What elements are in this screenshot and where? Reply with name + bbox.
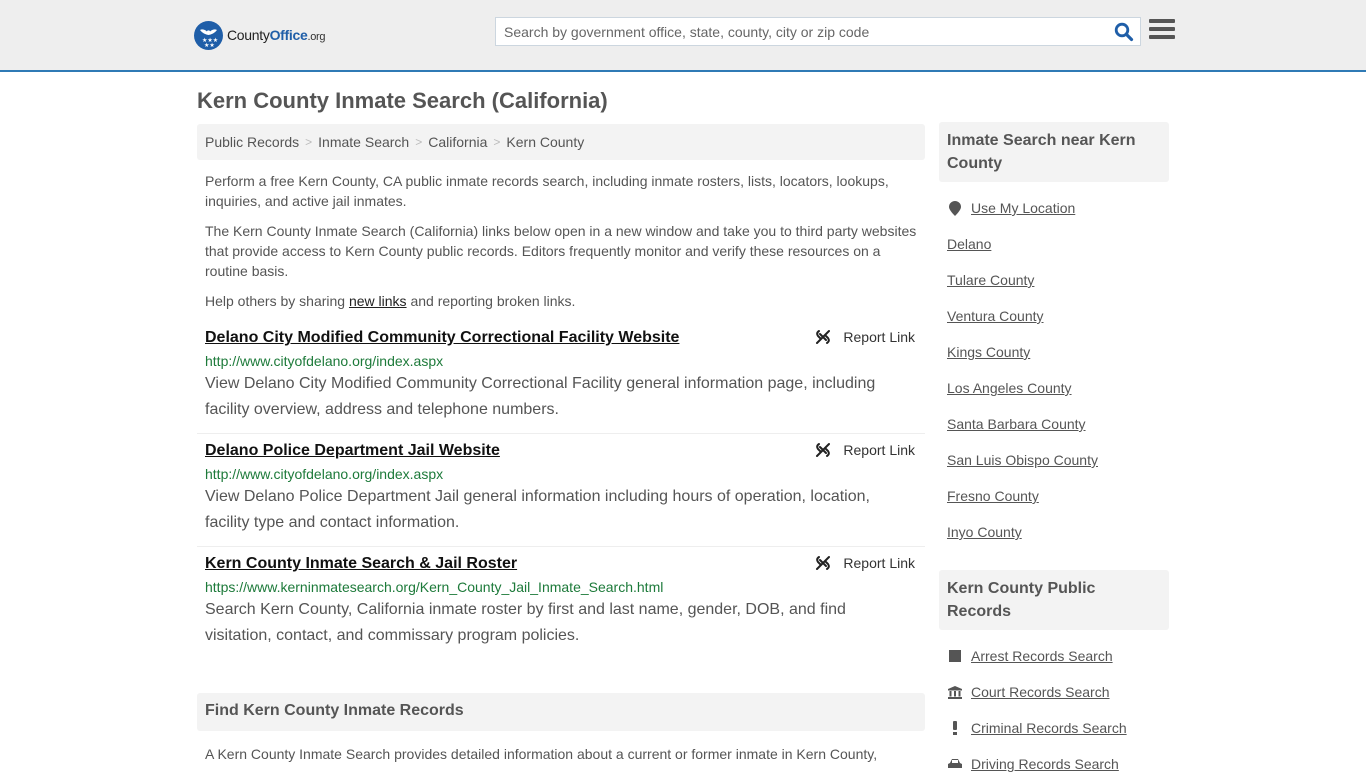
menu-bar xyxy=(1149,35,1175,39)
search-box xyxy=(495,17,1141,46)
search-button[interactable] xyxy=(1114,22,1134,42)
find-records-heading: Find Kern County Inmate Records xyxy=(197,693,925,731)
nearby-link-los-angeles-county[interactable]: Los Angeles County xyxy=(947,380,1072,396)
report-link-button[interactable]: Report Link xyxy=(815,555,915,571)
resource-description: View Delano City Modified Community Corr… xyxy=(205,375,876,418)
breadcrumb-public-records[interactable]: Public Records xyxy=(205,134,299,150)
public-record-item: Court Records Search xyxy=(947,674,1161,710)
square-icon xyxy=(947,650,963,662)
resource-link-title[interactable]: Delano City Modified Community Correctio… xyxy=(205,327,679,349)
exclamation-icon xyxy=(947,721,963,735)
resource-link-title[interactable]: Kern County Inmate Search & Jail Roster xyxy=(205,553,517,575)
breadcrumb-kern-county: Kern County xyxy=(506,134,585,150)
new-links-link[interactable]: new links xyxy=(349,293,407,309)
resource-url: http://www.cityofdelano.org/index.aspx xyxy=(205,353,444,369)
public-record-item: Criminal Records Search xyxy=(947,710,1161,746)
sidebar: Inmate Search near Kern County Use My Lo… xyxy=(939,122,1169,782)
search-icon xyxy=(1114,22,1134,42)
nearby-link-ventura-county[interactable]: Ventura County xyxy=(947,308,1044,324)
resource-link-item: Delano Police Department Jail Website Re… xyxy=(197,434,925,547)
public-record-item: Arrest Records Search xyxy=(947,638,1161,674)
resource-link-item: Kern County Inmate Search & Jail Roster … xyxy=(197,547,925,659)
nearby-item: Tulare County xyxy=(947,262,1161,298)
resource-link-item: Delano City Modified Community Correctio… xyxy=(197,321,925,434)
resource-url: https://www.kerninmatesearch.org/Kern_Co… xyxy=(205,579,664,595)
nearby-item: Santa Barbara County xyxy=(947,406,1161,442)
page-title: Kern County Inmate Search (California) xyxy=(197,88,608,113)
court-records-link[interactable]: Court Records Search xyxy=(971,684,1110,700)
breadcrumb-inmate-search[interactable]: Inmate Search xyxy=(318,134,409,150)
nearby-item: Fresno County xyxy=(947,478,1161,514)
use-my-location-item: Use My Location xyxy=(947,190,1161,226)
hamburger-menu-button[interactable] xyxy=(1149,19,1175,43)
public-record-item: Driving Records Search xyxy=(947,746,1161,782)
nearby-item: Inyo County xyxy=(947,514,1161,550)
logo-text: CountyOffice.org xyxy=(227,27,326,43)
logo-eagle-icon: ★★★ ★★ xyxy=(194,20,223,50)
breadcrumb-separator: > xyxy=(415,135,423,149)
nearby-link-inyo-county[interactable]: Inyo County xyxy=(947,524,1022,540)
courthouse-icon xyxy=(947,685,963,699)
intro-paragraph: Perform a free Kern County, CA public in… xyxy=(205,173,889,209)
resource-link-title[interactable]: Delano Police Department Jail Website xyxy=(205,440,500,462)
nearby-list: Use My Location Delano Tulare County Ven… xyxy=(939,190,1169,550)
driving-records-link[interactable]: Driving Records Search xyxy=(971,756,1119,772)
nearby-item: Los Angeles County xyxy=(947,370,1161,406)
broken-link-icon xyxy=(816,556,831,570)
intro-help-paragraph: Help others by sharing new links and rep… xyxy=(205,293,576,309)
nearby-item: San Luis Obispo County xyxy=(947,442,1161,478)
report-link-button[interactable]: Report Link xyxy=(815,329,915,345)
resource-url: http://www.cityofdelano.org/index.aspx xyxy=(205,466,444,482)
intro-paragraph: The Kern County Inmate Search (Californi… xyxy=(205,223,917,279)
arrest-records-link[interactable]: Arrest Records Search xyxy=(971,648,1113,664)
breadcrumb-separator: > xyxy=(305,135,313,149)
menu-bar xyxy=(1149,19,1175,23)
breadcrumb-separator: > xyxy=(493,135,501,149)
nearby-heading: Inmate Search near Kern County xyxy=(939,122,1169,182)
broken-link-icon xyxy=(816,443,831,457)
breadcrumb: Public Records > Inmate Search > Califor… xyxy=(197,124,925,160)
broken-link-icon xyxy=(816,330,831,344)
public-records-list: Arrest Records Search Court Records Sear… xyxy=(939,638,1169,782)
nearby-item: Delano xyxy=(947,226,1161,262)
nearby-item: Kings County xyxy=(947,334,1161,370)
find-records-text: A Kern County Inmate Search provides det… xyxy=(205,746,878,762)
nearby-link-delano[interactable]: Delano xyxy=(947,236,991,252)
nearby-item: Ventura County xyxy=(947,298,1161,334)
public-records-heading: Kern County Public Records xyxy=(939,570,1169,630)
nearby-link-kings-county[interactable]: Kings County xyxy=(947,344,1030,360)
main-content: Public Records > Inmate Search > Califor… xyxy=(197,124,925,764)
search-input[interactable] xyxy=(496,18,1106,45)
nearby-link-santa-barbara-county[interactable]: Santa Barbara County xyxy=(947,416,1086,432)
nearby-link-san-luis-obispo-county[interactable]: San Luis Obispo County xyxy=(947,452,1098,468)
car-icon xyxy=(947,758,963,770)
use-my-location-link[interactable]: Use My Location xyxy=(971,200,1075,216)
resource-description: Search Kern County, California inmate ro… xyxy=(205,601,846,644)
intro-text: Perform a free Kern County, CA public in… xyxy=(197,171,925,311)
map-marker-icon xyxy=(947,200,963,216)
criminal-records-link[interactable]: Criminal Records Search xyxy=(971,720,1127,736)
nearby-link-tulare-county[interactable]: Tulare County xyxy=(947,272,1034,288)
report-link-button[interactable]: Report Link xyxy=(815,442,915,458)
breadcrumb-california[interactable]: California xyxy=(428,134,487,150)
nearby-link-fresno-county[interactable]: Fresno County xyxy=(947,488,1039,504)
site-logo[interactable]: ★★★ ★★ CountyOffice.org xyxy=(194,20,326,50)
resource-description: View Delano Police Department Jail gener… xyxy=(205,488,870,531)
top-header: ★★★ ★★ CountyOffice.org xyxy=(0,0,1366,72)
menu-bar xyxy=(1149,27,1175,31)
svg-text:★★: ★★ xyxy=(204,42,215,49)
